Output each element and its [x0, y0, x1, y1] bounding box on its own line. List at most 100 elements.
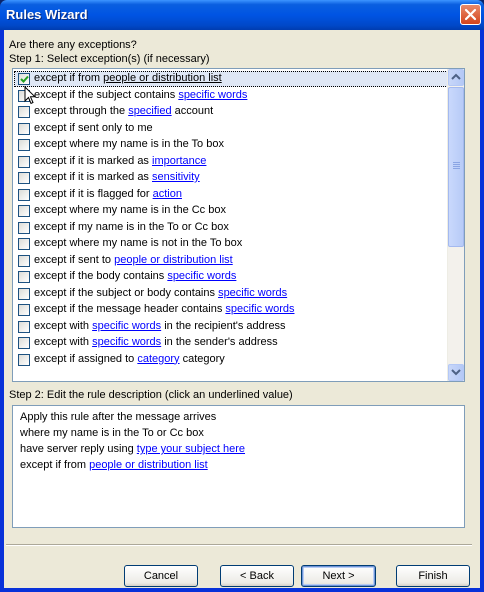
exception-text: except if it is marked as sensitivity — [34, 171, 200, 183]
exception-text: except if it is marked as importance — [34, 155, 206, 167]
description-value-link[interactable]: type your subject here — [137, 443, 245, 455]
exception-row[interactable]: except if assigned to category category — [13, 352, 449, 368]
exception-row[interactable]: except with specific words in the sender… — [13, 335, 449, 351]
scroll-down-button[interactable] — [448, 364, 464, 381]
exception-row[interactable]: except through the specified account — [13, 104, 449, 120]
title-bar[interactable]: Rules Wizard — [0, 0, 484, 30]
exception-row[interactable]: except if it is flagged for action — [13, 187, 449, 203]
exception-row[interactable]: except if it is marked as importance — [13, 154, 449, 170]
exception-text: except where my name is in the Cc box — [34, 204, 226, 216]
description-value-link[interactable]: people or distribution list — [89, 459, 208, 471]
rule-description-line: Apply this rule after the message arrive… — [20, 411, 216, 423]
exception-row[interactable]: except if it is marked as sensitivity — [13, 170, 449, 186]
exception-label: except with — [34, 319, 93, 332]
exceptions-list[interactable]: except if from people or distribution li… — [12, 68, 465, 382]
mouse-pointer-icon — [24, 86, 36, 105]
exception-value-link[interactable]: category — [137, 353, 179, 365]
rule-description-line: where my name is in the To or Cc box — [20, 427, 204, 439]
exception-value-link[interactable]: importance — [152, 155, 206, 167]
exception-value-link[interactable]: sensitivity — [152, 171, 200, 183]
exception-label: except if it is flagged for — [34, 187, 153, 200]
exception-row[interactable]: except if from people or distribution li… — [13, 71, 449, 87]
cancel-button[interactable]: Cancel — [124, 565, 198, 587]
exception-text: except if the body contains specific wor… — [34, 270, 236, 282]
exception-label: except if the body contains — [34, 270, 168, 282]
exception-label: except if the subject contains — [34, 88, 179, 101]
exception-checkbox[interactable] — [18, 238, 30, 250]
exception-text: except if from people or distribution li… — [34, 72, 222, 84]
list-scrollbar[interactable] — [447, 69, 464, 381]
exception-text: except where my name is not in the To bo… — [34, 237, 242, 249]
exception-row[interactable]: except where my name is in the Cc box — [13, 203, 449, 219]
exception-value-link[interactable]: people or distribution list — [114, 254, 233, 266]
exception-row[interactable]: except if the message header contains sp… — [13, 302, 449, 318]
exception-text: except through the specified account — [34, 105, 213, 117]
exception-label: except if from — [34, 72, 104, 84]
exception-checkbox[interactable] — [18, 106, 30, 118]
exception-value-link[interactable]: specific words — [178, 89, 247, 101]
next-button[interactable]: Next > — [301, 565, 376, 587]
exceptions-prompt: Are there any exceptions? — [9, 39, 137, 51]
exception-checkbox[interactable] — [18, 254, 30, 267]
exception-row[interactable]: except where my name is not in the To bo… — [13, 236, 449, 252]
step1-label: Step 1: Select exception(s) (if necessar… — [9, 53, 210, 65]
exception-text: except with specific words in the recipi… — [34, 320, 286, 332]
exception-value-link[interactable]: action — [153, 188, 182, 200]
exception-checkbox[interactable] — [18, 73, 30, 85]
window-frame-bottom — [0, 588, 484, 592]
exception-checkbox[interactable] — [18, 172, 30, 184]
exception-checkbox[interactable] — [18, 155, 30, 168]
exception-checkbox[interactable] — [18, 353, 30, 366]
rule-description-line: have server reply using type your subjec… — [20, 443, 245, 455]
exception-row[interactable]: except where my name is in the To box — [13, 137, 449, 153]
exception-text: except if the message header contains sp… — [34, 303, 294, 315]
exception-value-link[interactable]: people or distribution list — [103, 72, 222, 84]
exception-text: except if my name is in the To or Cc box — [34, 221, 229, 233]
rule-description-box: Apply this rule after the message arrive… — [12, 405, 465, 528]
exception-checkbox[interactable] — [18, 271, 30, 283]
exception-row[interactable]: except if the body contains specific wor… — [13, 269, 449, 285]
exception-row[interactable]: except if my name is in the To or Cc box — [13, 220, 449, 236]
exception-value-link[interactable]: specific words — [218, 287, 287, 299]
exception-checkbox[interactable] — [18, 205, 30, 217]
exception-label-suffix: category — [179, 352, 225, 365]
exception-label: except with — [34, 336, 93, 348]
exception-checkbox[interactable] — [18, 139, 30, 151]
close-button[interactable] — [460, 4, 481, 25]
exception-checkbox[interactable] — [18, 320, 30, 333]
exception-value-link[interactable]: specified — [128, 105, 171, 117]
exception-checkbox[interactable] — [18, 304, 30, 316]
exception-label: except through the — [34, 105, 129, 117]
exception-row[interactable]: except if the subject contains specific … — [13, 88, 449, 104]
scroll-thumb[interactable] — [448, 87, 464, 247]
exception-row[interactable]: except if the subject or body contains s… — [13, 286, 449, 302]
exception-checkbox[interactable] — [18, 337, 30, 349]
exception-value-link[interactable]: specific words — [92, 320, 161, 332]
exception-checkbox[interactable] — [18, 221, 30, 234]
exception-label: except if my name is in the To or Cc box — [34, 220, 229, 233]
exception-row[interactable]: except if sent only to me — [13, 121, 449, 137]
exception-checkbox[interactable] — [18, 188, 30, 201]
exception-label: except where my name is not in the To bo… — [34, 237, 243, 249]
exception-value-link[interactable]: specific words — [225, 303, 294, 315]
step2-label: Step 2: Edit the rule description (click… — [9, 389, 293, 401]
button-separator — [6, 544, 472, 546]
exception-checkbox[interactable] — [18, 287, 30, 300]
exception-value-link[interactable]: specific words — [92, 336, 161, 348]
exception-row[interactable]: except if sent to people or distribution… — [13, 253, 449, 269]
finish-button[interactable]: Finish — [396, 565, 470, 587]
exception-label: except if it is marked as — [34, 154, 152, 167]
exception-checkbox[interactable] — [18, 122, 30, 135]
exception-label-suffix: in the recipient's address — [161, 319, 286, 332]
scroll-up-button[interactable] — [448, 69, 464, 86]
exception-row[interactable]: except with specific words in the recipi… — [13, 319, 449, 335]
exception-label: except where my name is in the To box — [34, 138, 224, 150]
exception-label: except if it is marked as — [34, 171, 152, 183]
exception-label: except if assigned to — [34, 352, 138, 365]
exception-text: except if sent only to me — [34, 122, 153, 134]
exception-text: except if the subject contains specific … — [34, 89, 247, 101]
close-icon — [464, 8, 477, 21]
description-text: have server reply using — [20, 443, 137, 455]
back-button[interactable]: < Back — [220, 565, 294, 587]
exception-value-link[interactable]: specific words — [167, 270, 236, 282]
